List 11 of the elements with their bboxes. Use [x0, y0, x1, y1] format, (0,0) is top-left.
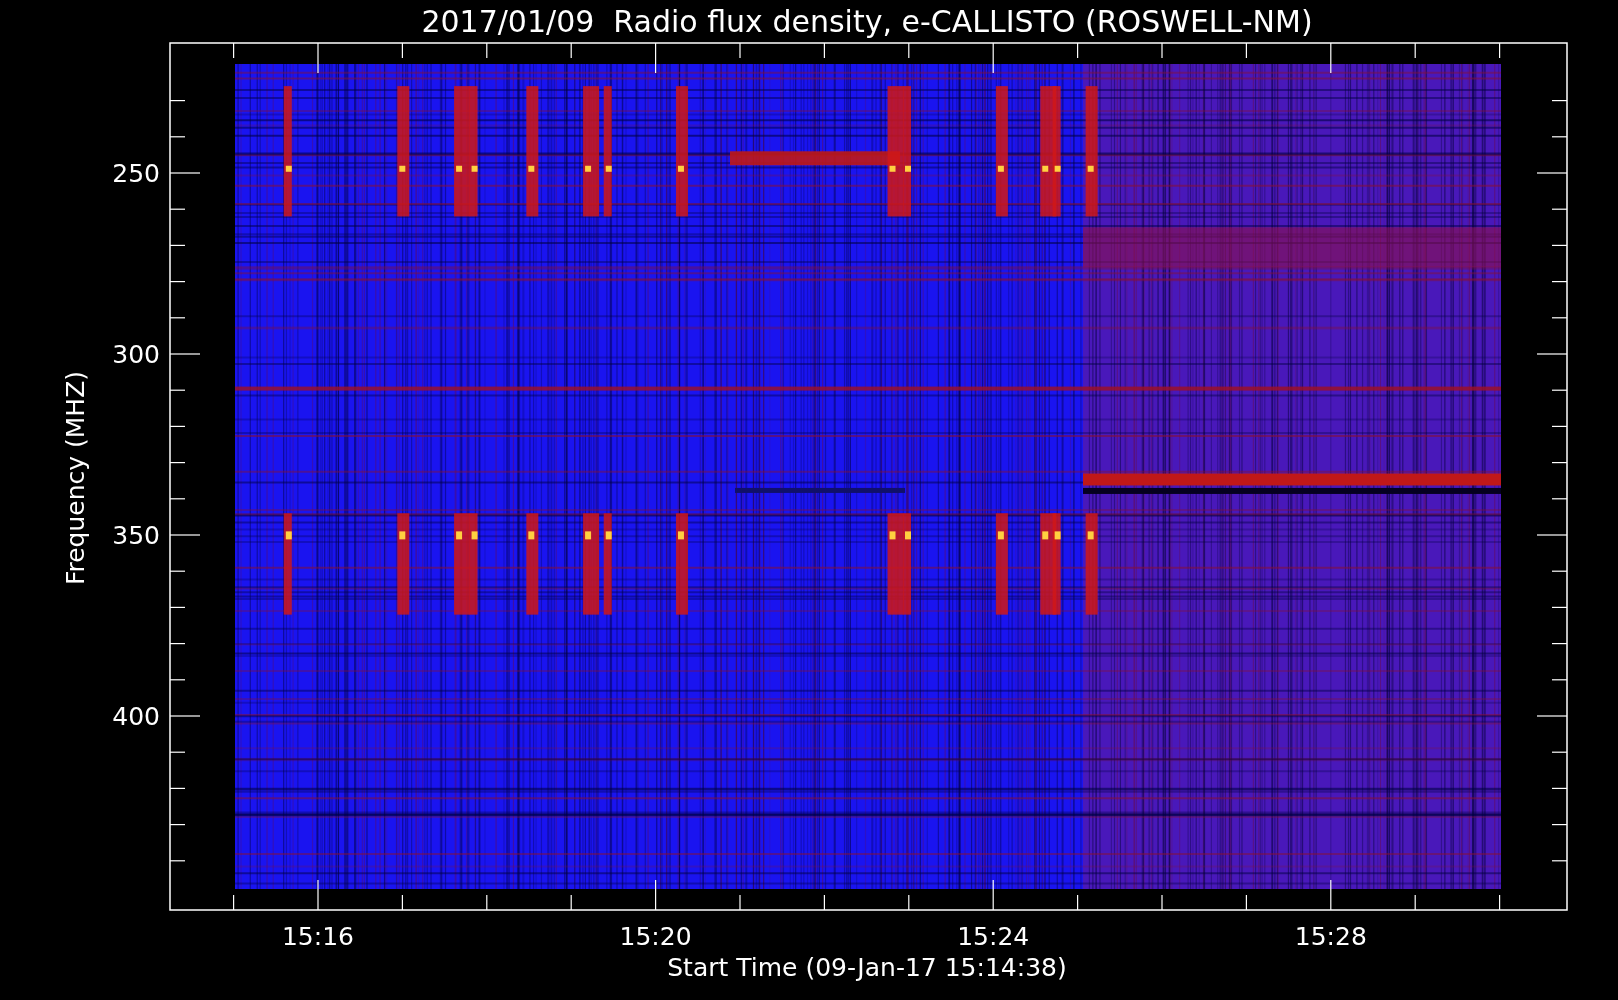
y-tick-label: 250 [112, 159, 160, 188]
x-tick-label: 15:28 [1294, 922, 1367, 951]
x-tick-label: 15:20 [619, 922, 692, 951]
x-tick-label: 15:24 [957, 922, 1030, 951]
y-axis-label: Frequency (MHZ) [61, 370, 90, 586]
x-axis-label: Start Time (09-Jan-17 15:14:38) [667, 953, 1067, 982]
chart-title: 2017/01/09 Radio flux density, e-CALLISTO (ROSWELL-NM) [421, 4, 1313, 39]
y-tick-label: 400 [112, 702, 160, 731]
y-tick-label: 350 [112, 521, 160, 550]
x-tick-label: 15:16 [282, 922, 354, 951]
y-tick-label: 300 [112, 340, 160, 369]
